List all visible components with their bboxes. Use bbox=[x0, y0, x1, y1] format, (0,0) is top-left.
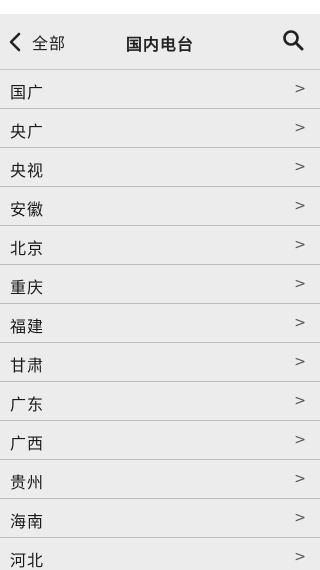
list-item[interactable]: 广西 > bbox=[0, 421, 320, 460]
chevron-right-icon: > bbox=[294, 81, 306, 97]
list-item[interactable]: 福建 > bbox=[0, 304, 320, 343]
list-item[interactable]: 央广 > bbox=[0, 109, 320, 148]
chevron-right-icon: > bbox=[294, 159, 306, 175]
chevron-right-icon: > bbox=[294, 471, 306, 487]
screen: 全部 国内电台 国广 > 央广 > 央视 > 安徽 > 北京 > 重庆 > 福建… bbox=[0, 0, 320, 570]
chevron-right-icon: > bbox=[294, 432, 306, 448]
chevron-right-icon: > bbox=[294, 120, 306, 136]
chevron-right-icon: > bbox=[294, 549, 306, 565]
list-item-label: 国广 bbox=[10, 83, 45, 102]
list-item-label: 央广 bbox=[10, 122, 45, 141]
status-bar bbox=[0, 0, 320, 14]
chevron-right-icon: > bbox=[294, 510, 306, 526]
search-icon bbox=[281, 28, 305, 56]
list-item-label: 福建 bbox=[10, 317, 45, 336]
list-item[interactable]: 海南 > bbox=[0, 499, 320, 538]
list-item-label: 贵州 bbox=[10, 473, 45, 492]
chevron-right-icon: > bbox=[294, 276, 306, 292]
chevron-right-icon: > bbox=[294, 354, 306, 370]
list-item[interactable]: 甘肃 > bbox=[0, 343, 320, 382]
list-item[interactable]: 国广 > bbox=[0, 70, 320, 109]
header: 全部 国内电台 bbox=[0, 14, 320, 70]
chevron-right-icon: > bbox=[294, 198, 306, 214]
list-item-label: 广西 bbox=[10, 434, 45, 453]
list-item-label: 河北 bbox=[10, 551, 45, 570]
list-item-label: 央视 bbox=[10, 161, 45, 180]
chevron-right-icon: > bbox=[294, 393, 306, 409]
chevron-right-icon: > bbox=[294, 237, 306, 253]
back-button[interactable]: 全部 bbox=[6, 29, 66, 55]
list-item[interactable]: 北京 > bbox=[0, 226, 320, 265]
search-button[interactable] bbox=[278, 27, 308, 57]
list-item[interactable]: 广东 > bbox=[0, 382, 320, 421]
back-label: 全部 bbox=[32, 34, 67, 53]
list-item-label: 广东 bbox=[10, 395, 45, 414]
list-item[interactable]: 安徽 > bbox=[0, 187, 320, 226]
chevron-right-icon: > bbox=[294, 315, 306, 331]
list-item-label: 甘肃 bbox=[10, 356, 45, 375]
station-list: 国广 > 央广 > 央视 > 安徽 > 北京 > 重庆 > 福建 > 甘肃 > bbox=[0, 70, 320, 570]
chevron-left-icon bbox=[6, 31, 24, 53]
list-item-label: 北京 bbox=[10, 239, 45, 258]
list-item[interactable]: 河北 > bbox=[0, 538, 320, 570]
list-item-label: 安徽 bbox=[10, 200, 45, 219]
list-item-label: 重庆 bbox=[10, 278, 45, 297]
list-item[interactable]: 重庆 > bbox=[0, 265, 320, 304]
list-item[interactable]: 贵州 > bbox=[0, 460, 320, 499]
list-item-label: 海南 bbox=[10, 512, 45, 531]
list-item[interactable]: 央视 > bbox=[0, 148, 320, 187]
